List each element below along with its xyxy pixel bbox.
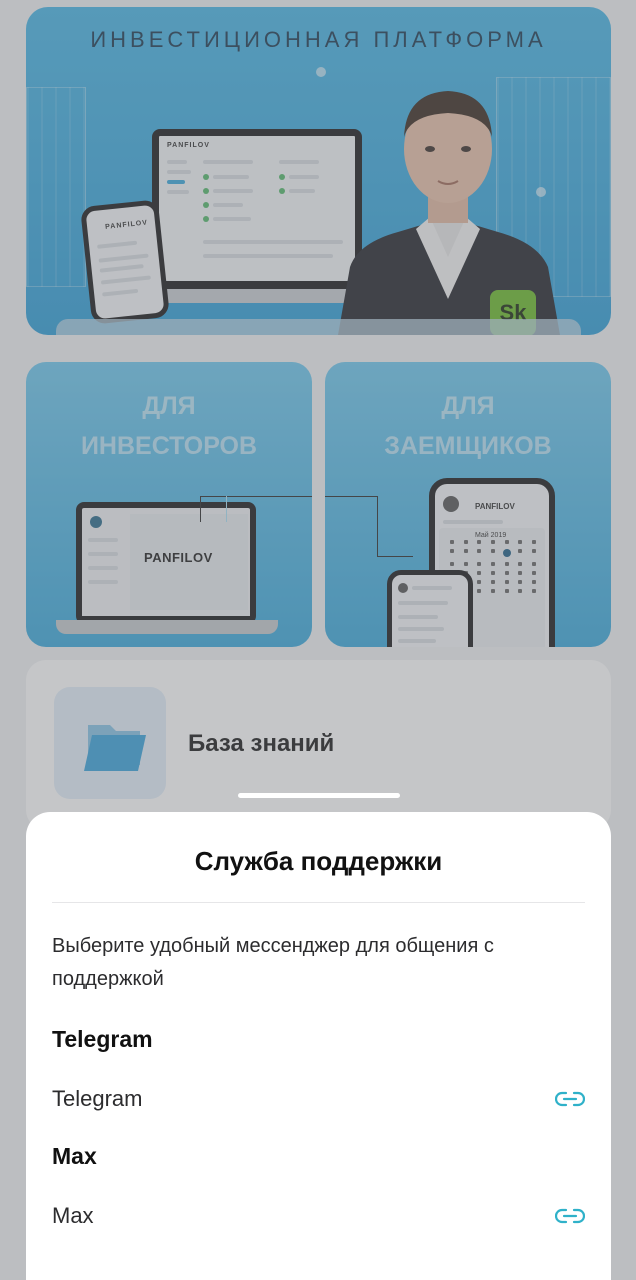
telegram-link-label[interactable]: Telegram: [52, 1086, 142, 1112]
link-icon[interactable]: [554, 1090, 586, 1113]
telegram-link-row[interactable]: Telegram: [52, 1080, 586, 1120]
telegram-heading: Telegram: [52, 1026, 153, 1052]
max-heading: Max: [52, 1143, 97, 1169]
max-link-label[interactable]: Max: [52, 1203, 94, 1229]
sheet-description: Выберите удобный мессенджер для общения …: [52, 935, 494, 990]
sheet-grabber[interactable]: [238, 793, 400, 798]
divider: [52, 902, 585, 903]
sheet-title: Служба поддержки: [194, 846, 443, 876]
max-link-row[interactable]: Max: [52, 1197, 586, 1237]
link-icon[interactable]: [554, 1207, 586, 1230]
support-sheet: Служба поддержки Выберите удобный мессен…: [26, 812, 611, 1280]
